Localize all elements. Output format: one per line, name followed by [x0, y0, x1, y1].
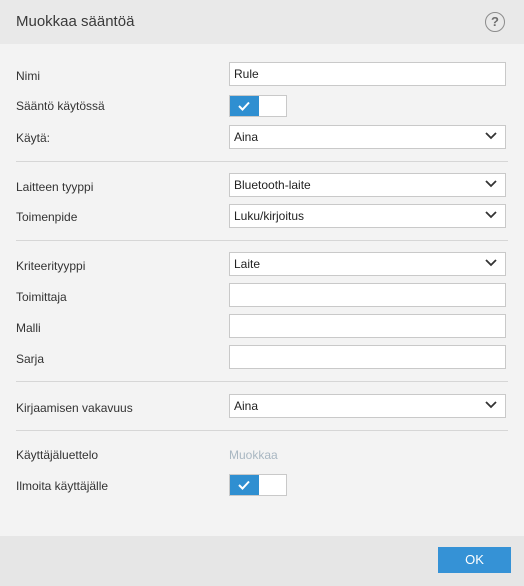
apply-label: Käytä:	[16, 131, 51, 145]
rule-enabled-label: Sääntö käytössä	[16, 99, 105, 113]
log-severity-value: Aina	[234, 399, 259, 413]
log-severity-select[interactable]: Aina	[229, 394, 506, 418]
name-input[interactable]: Rule	[229, 62, 506, 86]
dialog-header: Muokkaa sääntöä ?	[0, 0, 524, 44]
criteria-type-value: Laite	[234, 257, 261, 271]
serial-input[interactable]	[229, 345, 506, 369]
chevron-down-icon	[485, 259, 497, 267]
divider	[16, 240, 508, 241]
name-label: Nimi	[16, 69, 40, 83]
criteria-type-label: Kriteerityyppi	[16, 259, 86, 273]
chevron-down-icon	[485, 180, 497, 188]
vendor-input[interactable]	[229, 283, 506, 307]
serial-label: Sarja	[16, 352, 45, 366]
divider	[16, 161, 508, 162]
notify-user-label: Ilmoita käyttäjälle	[16, 479, 109, 493]
check-icon	[238, 480, 250, 490]
dialog-title: Muokkaa sääntöä	[16, 13, 135, 30]
model-input[interactable]	[229, 314, 506, 338]
action-label: Toimenpide	[16, 210, 78, 224]
chevron-down-icon	[485, 401, 497, 409]
apply-select[interactable]: Aina	[229, 125, 506, 149]
log-severity-label: Kirjaamisen vakavuus	[16, 401, 133, 415]
model-label: Malli	[16, 321, 41, 335]
apply-value: Aina	[234, 130, 259, 144]
criteria-type-select[interactable]: Laite	[229, 252, 506, 276]
action-select[interactable]: Luku/kirjoitus	[229, 204, 506, 228]
rule-enabled-toggle[interactable]	[229, 95, 287, 117]
chevron-down-icon	[485, 211, 497, 219]
edit-rule-dialog: Muokkaa sääntöä ? Nimi Rule Sääntö käytö…	[0, 0, 524, 586]
check-icon	[238, 101, 250, 111]
notify-user-toggle[interactable]	[229, 474, 287, 496]
chevron-down-icon	[485, 132, 497, 140]
vendor-label: Toimittaja	[16, 290, 67, 304]
ok-button[interactable]: OK	[438, 547, 511, 573]
divider	[16, 381, 508, 382]
user-list-label: Käyttäjäluettelo	[16, 448, 99, 462]
divider	[16, 430, 508, 431]
device-type-value: Bluetooth-laite	[234, 178, 311, 192]
toggle-on-segment	[230, 96, 259, 116]
help-icon[interactable]: ?	[485, 12, 505, 32]
action-value: Luku/kirjoitus	[234, 209, 305, 223]
device-type-select[interactable]: Bluetooth-laite	[229, 173, 506, 197]
toggle-on-segment	[230, 475, 259, 495]
device-type-label: Laitteen tyyppi	[16, 180, 94, 194]
edit-user-list-link[interactable]: Muokkaa	[229, 448, 278, 462]
